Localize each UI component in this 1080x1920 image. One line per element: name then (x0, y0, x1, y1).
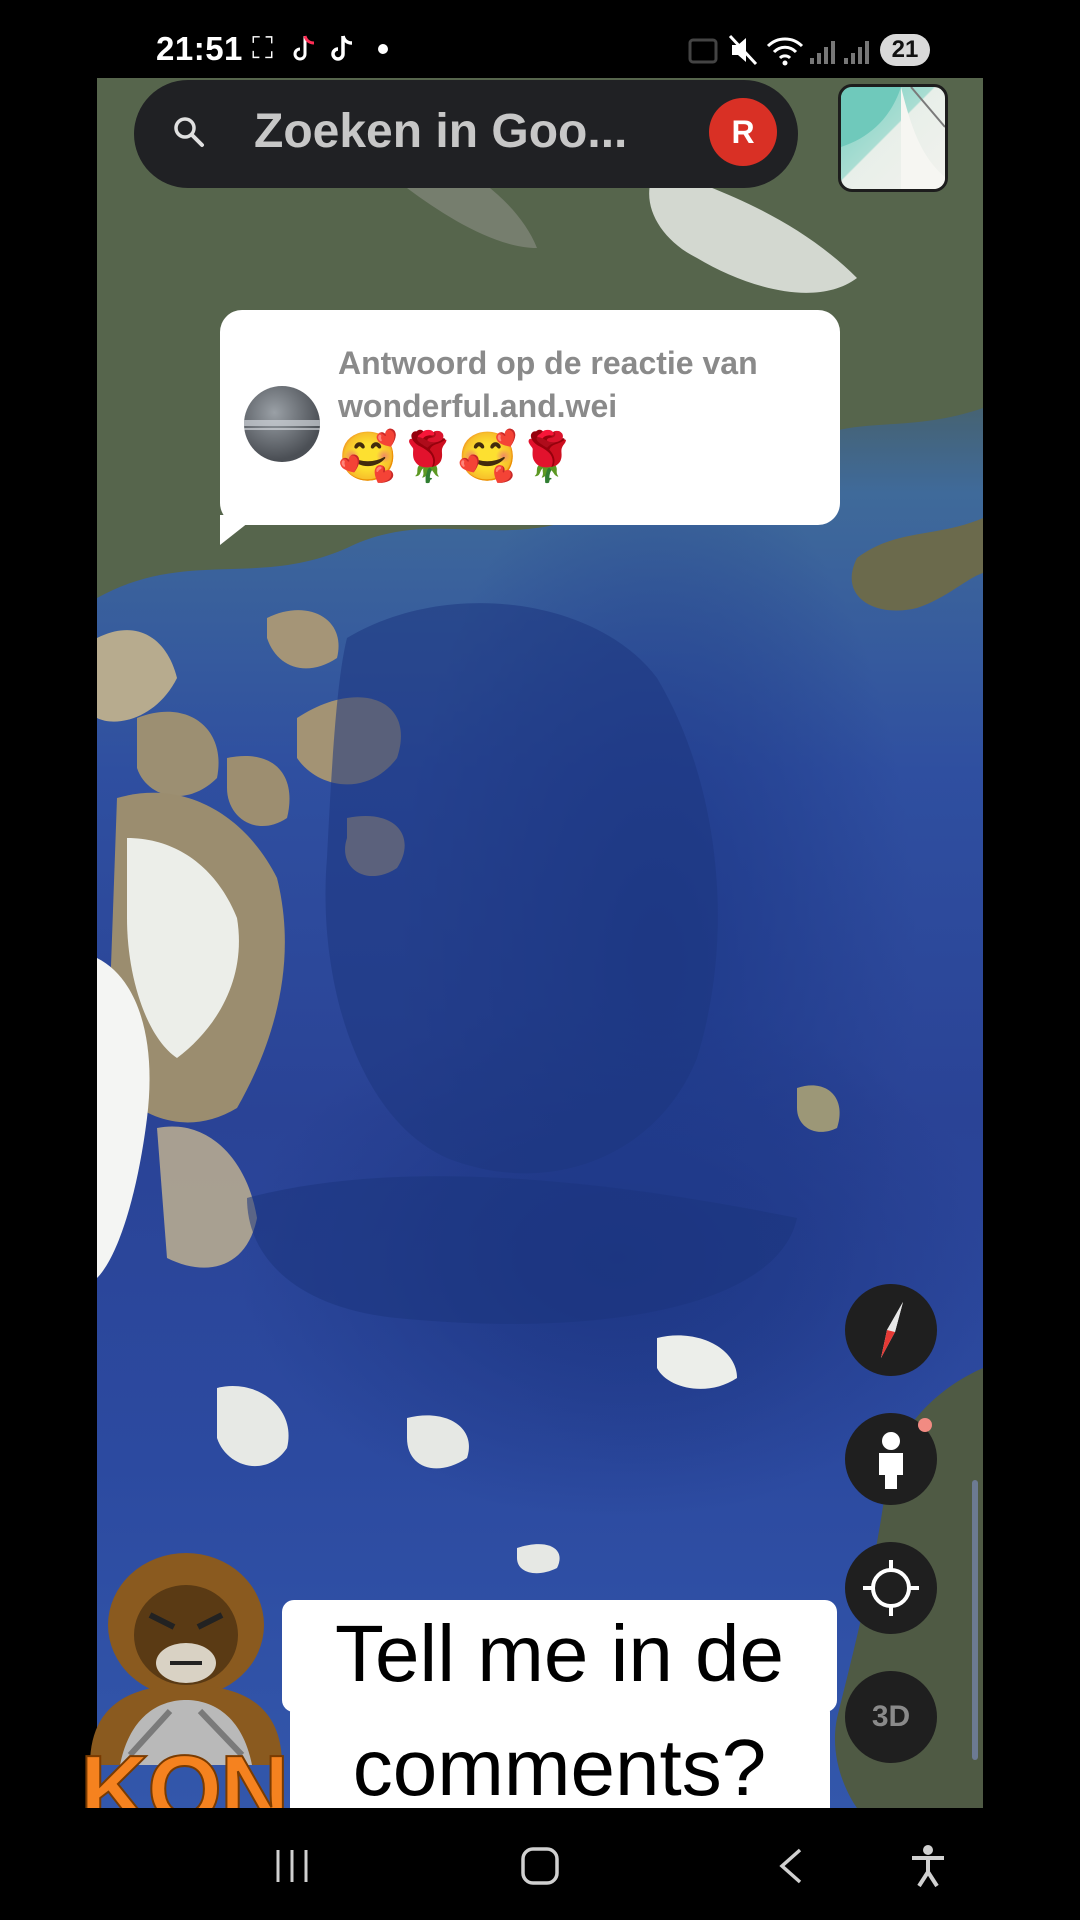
caption-line-1: Tell me in de (334, 1609, 785, 1698)
my-location-button[interactable] (845, 1542, 937, 1634)
tiktok-lite-icon (293, 35, 315, 61)
tiktok-icon (331, 35, 353, 61)
comment-reply-title: Antwoord op de reactie van wonderful.and… (338, 345, 758, 424)
caption-line-2: comments? (352, 1723, 767, 1812)
notification-dot (918, 1418, 932, 1432)
back-icon[interactable] (776, 1846, 806, 1886)
home-icon[interactable] (520, 1846, 560, 1886)
battery-indicator: 21 (880, 34, 930, 66)
kong-logo-gorilla (90, 1553, 282, 1765)
account-avatar[interactable]: R (709, 98, 777, 166)
nfc-icon (688, 38, 718, 64)
my-location-icon (863, 1560, 919, 1616)
signal-icon (810, 41, 835, 64)
status-time: 21:51 (156, 30, 243, 67)
accessibility-icon[interactable] (908, 1844, 948, 1888)
signal-icon (844, 41, 869, 64)
layers-thumbnail-icon (841, 87, 945, 189)
compass-icon (881, 1302, 903, 1358)
screenshot-icon: ⛶ (252, 32, 273, 65)
map-layers-button[interactable] (838, 84, 948, 192)
mute-icon (728, 34, 758, 66)
compass-button[interactable] (845, 1284, 937, 1376)
commenter-avatar (244, 386, 320, 462)
avatar-image (244, 420, 320, 430)
dot-icon (378, 44, 388, 54)
recents-icon[interactable] (272, 1848, 312, 1884)
scrollbar[interactable] (972, 1480, 978, 1760)
wifi-icon (766, 37, 804, 66)
search-input[interactable]: Zoeken in Goo... (254, 104, 627, 159)
3d-toggle-button[interactable]: 3D (845, 1671, 937, 1763)
bubble-tail (220, 515, 258, 545)
search-icon[interactable] (172, 115, 206, 149)
comment-text: 🥰🌹🥰🌹 (338, 431, 578, 484)
